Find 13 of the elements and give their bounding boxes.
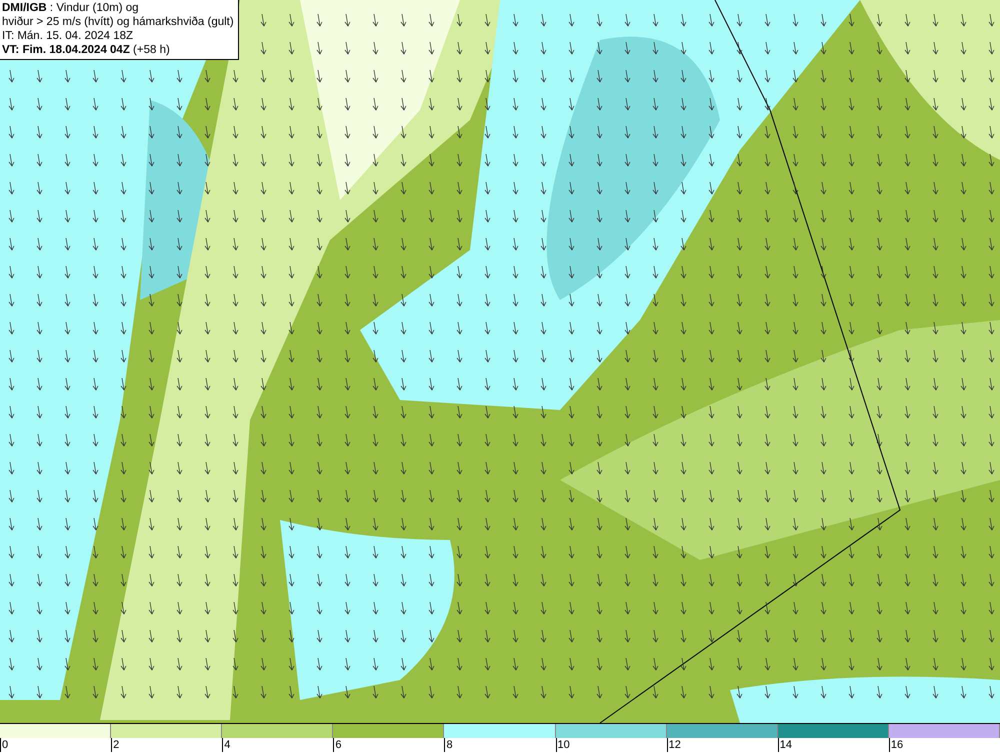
legend-label: 12 [666, 738, 681, 752]
legend-label: 2 [111, 738, 120, 752]
title-line: IT: Mán. 15. 04. 2024 18Z [2, 29, 134, 43]
title-line: hviður > 25 m/s (hvítt) og hámarkshviða (gult) [2, 15, 234, 29]
legend-label: 16 [888, 738, 904, 752]
title-line: VT: Fim. 18.04.2024 04Z (+58 h) [2, 43, 171, 57]
legend-label: 6 [333, 738, 342, 752]
title-line: DMI/IGB : Vindur (10m) og [2, 1, 140, 15]
legend-label: 8 [444, 738, 453, 752]
legend-label: 4 [222, 738, 230, 752]
legend-label: 14 [778, 738, 792, 752]
legend-label: 0 [0, 738, 8, 752]
legend-label: 10 [556, 738, 570, 752]
